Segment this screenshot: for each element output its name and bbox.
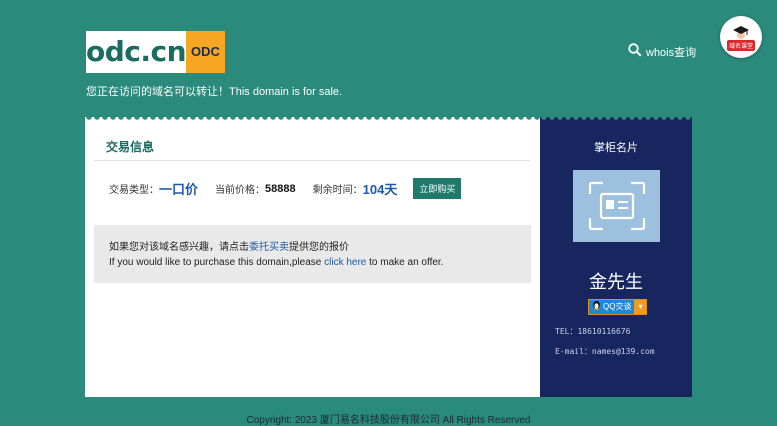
time-value: 104天 (362, 182, 398, 197)
offer-box: 如果您对该域名感兴趣，请点击委托买卖提供您的报价 If you would li… (94, 225, 531, 283)
type-value: 一口价 (159, 182, 199, 197)
trade-info-row: 交易类型： 一口价 当前价格： 58888 剩余时间： 104天 立即购买 (109, 178, 462, 199)
offer-text-cn: 如果您对该域名感兴趣，请点击委托买卖提供您的报价 (109, 238, 349, 253)
type-label: 交易类型： (109, 185, 159, 196)
footer-copyright: Copyright: 2023 厦门易名科技股份有限公司 All Rights … (246, 415, 531, 426)
whois-link[interactable]: whois查询 (628, 43, 696, 60)
search-icon (628, 43, 642, 60)
logo-tag: ODC (186, 31, 225, 73)
qq-chat-button[interactable]: QQ交谈 ▾ (588, 299, 648, 315)
offer-text-en: If you would like to purchase this domai… (109, 257, 443, 268)
whois-label: whois查询 (646, 46, 697, 59)
domain-class-badge[interactable]: 域名课堂 (720, 16, 762, 58)
perforated-edge (85, 117, 540, 123)
tel-label: TEL： (555, 327, 578, 336)
tel-value: 18610116676 (577, 327, 631, 336)
trade-title: 交易信息 (106, 140, 155, 154)
graduation-cap-icon (732, 24, 750, 42)
offer-en-suffix: to make an offer. (366, 257, 444, 268)
email-label: E-mail： (555, 347, 592, 356)
perforated-edge (540, 117, 692, 123)
qq-chevron-icon: ▾ (634, 300, 647, 314)
price-label: 当前价格： (215, 185, 266, 196)
tel-line: TEL：18610116676 (555, 326, 630, 337)
seller-card: 掌柜名片 金先生 QQ交谈 ▾ TEL：18610116676 E-mail：n… (540, 117, 692, 397)
time-label: 剩余时间： (312, 185, 363, 196)
seller-card-title: 掌柜名片 (594, 142, 638, 154)
click-here-link[interactable]: click here (324, 257, 366, 268)
seller-name: 金先生 (589, 272, 643, 293)
offer-en-prefix: If you would like to purchase this domai… (109, 257, 325, 268)
email-line: E-mail：names@139.com (555, 346, 655, 357)
logo-text: odc.cn (86, 31, 187, 73)
price-value: 58888 (265, 182, 296, 195)
qq-penguin-icon (592, 300, 601, 315)
email-value: names@139.com (591, 347, 655, 356)
buy-now-button[interactable]: 立即购买 (413, 178, 462, 199)
id-card-icon (573, 170, 660, 242)
trade-card: 交易信息 交易类型： 一口价 当前价格： 58888 剩余时间： 104天 立即… (85, 117, 540, 397)
divider (94, 160, 530, 161)
sale-notice: 您正在访问的域名可以转让！This domain is for sale. (86, 86, 343, 98)
badge-label: 域名课堂 (726, 39, 755, 51)
offer-cn-prefix: 如果您对该域名感兴趣，请点击 (109, 242, 249, 253)
entrust-link[interactable]: 委托买卖 (249, 242, 289, 253)
offer-cn-suffix: 提供您的报价 (289, 242, 349, 253)
qq-chat-label: QQ交谈 (603, 302, 632, 311)
site-logo[interactable]: odc.cn ODC (86, 31, 225, 73)
qq-chat-left: QQ交谈 (589, 300, 635, 315)
